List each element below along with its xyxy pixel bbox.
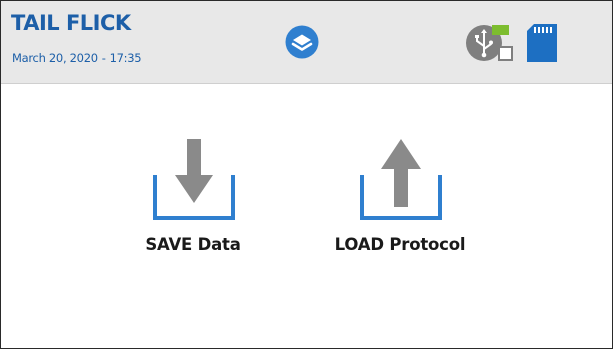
load-protocol-label: LOAD Protocol [334, 235, 466, 254]
upload-tray-icon [360, 139, 442, 220]
layers-icon [285, 25, 319, 59]
date-time-separator: - [101, 51, 106, 65]
save-data-label: SAVE Data [145, 235, 241, 254]
load-protocol-button[interactable]: LOAD Protocol [325, 139, 475, 269]
save-data-button[interactable]: SAVE Data [118, 139, 268, 269]
screen: TAIL FLICK March 20, 2020-17:35 SAVE Dat… [0, 0, 613, 349]
date-time: March 20, 2020-17:35 [12, 51, 142, 65]
sd-card-icon [527, 24, 557, 62]
download-tray-icon [153, 139, 235, 220]
app-title: TAIL FLICK [11, 11, 131, 35]
header-bar: TAIL FLICK March 20, 2020-17:35 [1, 1, 612, 84]
usb-drive-icon [466, 25, 513, 61]
time-text: 17:35 [109, 51, 142, 65]
date-text: March 20, 2020 [12, 51, 98, 65]
layers-menu-button[interactable] [285, 25, 319, 59]
